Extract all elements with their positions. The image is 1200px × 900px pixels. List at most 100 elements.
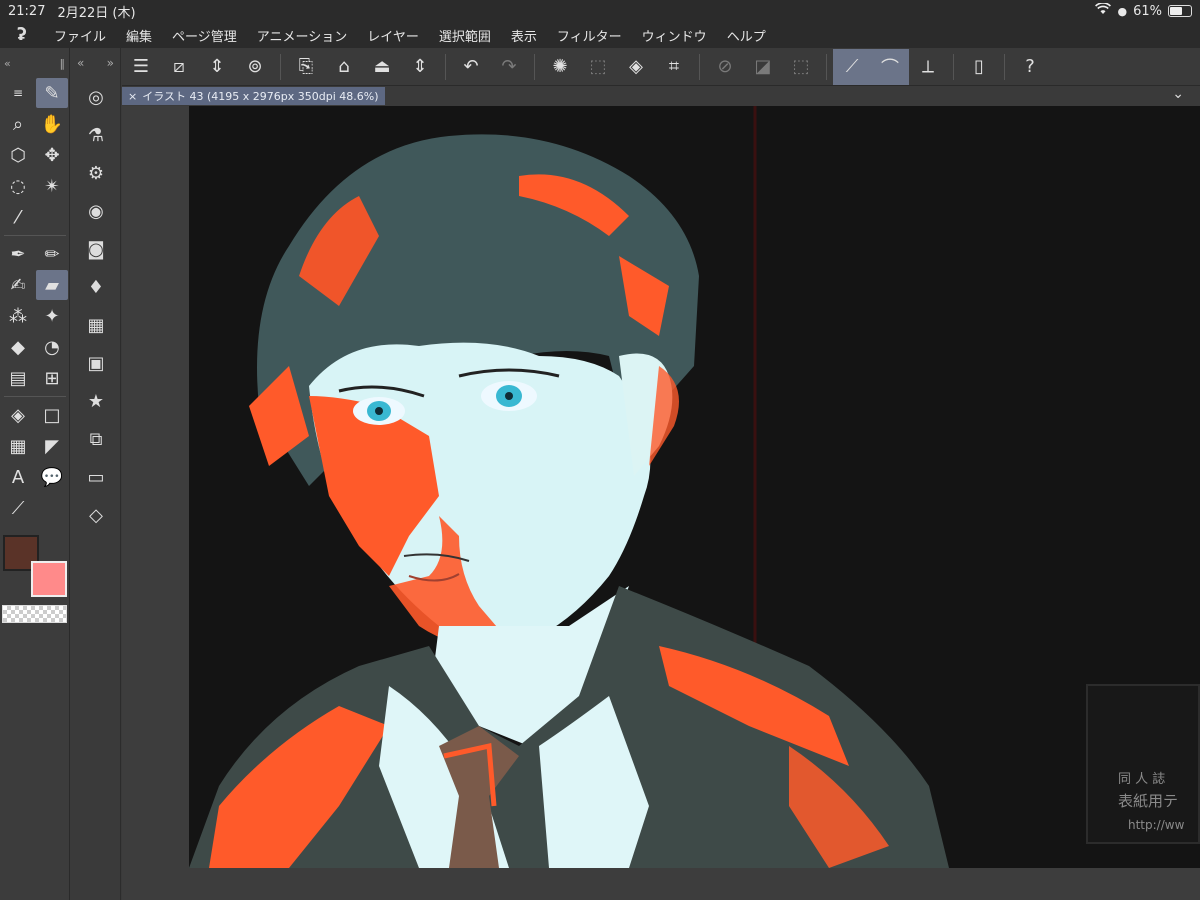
snap-to-special-ruler-icon[interactable]: ⌒: [871, 48, 909, 85]
menu-selection[interactable]: 選択範囲: [429, 26, 501, 45]
blend-tool-icon[interactable]: ◔: [36, 332, 68, 362]
menu-filter[interactable]: フィルター: [547, 26, 632, 45]
document-tab-label: イラスト 43 (4195 x 2976px 350dpi 48.6%): [142, 90, 379, 103]
status-bar: 21:27 2月22日 (木) ● 61%: [0, 0, 1200, 22]
color-set-icon[interactable]: ▦: [71, 306, 121, 344]
marker-tool-icon[interactable]: ▰: [36, 270, 68, 300]
balloon-tool-icon[interactable]: 💬: [36, 462, 68, 492]
drawing-canvas[interactable]: 同 人 誌 表紙用テ http://ww: [189, 106, 1200, 868]
menu-layer[interactable]: レイヤー: [357, 26, 429, 45]
deselect-icon[interactable]: ⬚: [782, 49, 820, 85]
menu-edit[interactable]: 編集: [116, 26, 162, 45]
tool-property-icon[interactable]: ⚗: [71, 116, 121, 154]
layer-search-icon[interactable]: ⧉: [71, 420, 121, 458]
sub-tool-settings-icon[interactable]: ⚙: [71, 154, 121, 192]
correct-line-tool-icon[interactable]: ⟋: [2, 493, 34, 523]
navigator-icon[interactable]: ◎: [71, 78, 121, 116]
save-icon[interactable]: ⏏: [363, 49, 401, 85]
brush-tool-icon[interactable]: ✍: [2, 270, 34, 300]
collapse-icon[interactable]: «: [77, 56, 84, 70]
edit-layer-icon[interactable]: ⧄: [160, 49, 198, 85]
open-folder-icon[interactable]: ⌂: [325, 49, 363, 85]
canvas-bottom-margin: [122, 868, 1200, 900]
second-panel-header: « »: [71, 48, 120, 78]
pencil-tool-icon[interactable]: ✏: [36, 239, 68, 269]
background-reference-card: 同 人 誌 表紙用テ http://ww: [1086, 684, 1200, 844]
card-text-line2: 表紙用テ: [1118, 792, 1179, 810]
color-mix-icon[interactable]: ♦: [71, 268, 121, 306]
hand-tool-icon[interactable]: ✋: [36, 109, 68, 139]
panel-grip-icon[interactable]: ‖: [60, 57, 66, 70]
menu-window[interactable]: ウィンドウ: [632, 26, 717, 45]
brush-size-icon[interactable]: ◉: [71, 192, 121, 230]
transparent-color-swatch[interactable]: [2, 605, 67, 623]
clip-studio-logo-icon[interactable]: ʡ: [0, 25, 44, 45]
lasso-tool-icon[interactable]: ◌: [2, 171, 34, 201]
sub-color-swatch[interactable]: [31, 561, 67, 597]
grid-tool-icon[interactable]: ⊞: [36, 363, 68, 393]
gradient-tool-icon[interactable]: ▤: [2, 363, 34, 393]
decoration-tool-icon[interactable]: ✦: [36, 301, 68, 331]
figure-tool-icon[interactable]: □: [36, 400, 68, 430]
layer-property-icon[interactable]: ▭: [71, 458, 121, 496]
snap-to-ruler-icon[interactable]: ⟋: [833, 48, 871, 85]
menu-view[interactable]: 表示: [501, 26, 547, 45]
menu-help[interactable]: ヘルプ: [717, 26, 776, 45]
material-icon[interactable]: ★: [71, 382, 121, 420]
toolbar-divider: [534, 53, 535, 80]
ruler-tool-icon[interactable]: ◤: [36, 431, 68, 461]
menu-lines-icon[interactable]: ≡: [2, 78, 34, 108]
up-down-arrows-icon[interactable]: ⇕: [198, 49, 236, 85]
select-icon[interactable]: ⬚: [579, 49, 617, 85]
tool-panel: « ‖ ≡ ✎ ⌕ ✋ ⬡ ✥ ◌ ✴ ⁄ ✒ ✏ ✍ ▰ ⁂ ✦ ◆ ◔ ▤ …: [0, 48, 70, 900]
object-tool-icon[interactable]: ⬡: [2, 140, 34, 170]
document-tab-row: × イラスト 43 (4195 x 2976px 350dpi 48.6%) ⌄: [122, 86, 1200, 106]
frame-tool-icon[interactable]: ▦: [2, 431, 34, 461]
color-wheel-icon[interactable]: ◙: [71, 230, 121, 268]
eraser-tool-icon[interactable]: ◆: [2, 332, 34, 362]
canvas-area[interactable]: 同 人 誌 表紙用テ http://ww: [122, 106, 1200, 900]
snap-to-grid-icon[interactable]: ⟂: [909, 49, 947, 85]
smartphone-icon[interactable]: ▯: [960, 49, 998, 85]
fill-selection-icon[interactable]: ◪: [744, 49, 782, 85]
eyedropper-icon[interactable]: ⁄: [2, 202, 34, 232]
pen-tab-icon[interactable]: ✎: [36, 78, 68, 108]
expand-icon[interactable]: »: [107, 56, 114, 70]
text-tool-icon[interactable]: A: [2, 462, 34, 492]
close-tab-icon[interactable]: ×: [128, 90, 137, 103]
toolbar-divider: [280, 53, 281, 80]
battery-percent: 61%: [1133, 3, 1162, 19]
magic-wand-icon[interactable]: ✴: [36, 171, 68, 201]
collapse-left-icon[interactable]: «: [4, 57, 11, 70]
layer-panel-icon[interactable]: ◇: [71, 496, 121, 534]
menu-file[interactable]: ファイル: [44, 26, 116, 45]
chevron-down-icon[interactable]: ⌄: [1172, 86, 1184, 102]
pen-tool-icon[interactable]: ✒: [2, 239, 34, 269]
status-time: 21:27: [8, 3, 46, 19]
tool-panel-header: « ‖: [0, 48, 69, 78]
toolbar-divider: [826, 53, 827, 80]
clear-outside-icon[interactable]: ⊘: [706, 49, 744, 85]
tool-divider: [4, 396, 66, 397]
airbrush-tool-icon[interactable]: ⁂: [2, 301, 34, 331]
document-tab[interactable]: × イラスト 43 (4195 x 2976px 350dpi 48.6%): [122, 87, 385, 105]
help-icon[interactable]: ?: [1011, 49, 1049, 85]
transform-icon[interactable]: ⌗: [655, 49, 693, 85]
menu-page-management[interactable]: ページ管理: [162, 26, 247, 45]
zoom-tool-icon[interactable]: ⌕: [2, 109, 34, 139]
up-down-arrows-icon[interactable]: ⇕: [401, 49, 439, 85]
redo-icon[interactable]: ↷: [490, 49, 528, 85]
new-document-icon[interactable]: ⎘: [287, 49, 325, 85]
status-date: 2月22日 (木): [57, 5, 136, 21]
fill-tool-icon[interactable]: ◈: [2, 400, 34, 430]
menu-animation[interactable]: アニメーション: [247, 26, 357, 45]
undo-icon[interactable]: ↶: [452, 49, 490, 85]
hamburger-menu-icon[interactable]: ☰: [122, 49, 160, 85]
loading-icon[interactable]: ✺: [541, 49, 579, 85]
tool-divider: [4, 235, 66, 236]
fill-bucket-icon[interactable]: ◈: [617, 49, 655, 85]
record-icon[interactable]: ⊚: [236, 49, 274, 85]
move-tool-icon[interactable]: ✥: [36, 140, 68, 170]
color-swatches: [0, 531, 69, 601]
timeline-icon[interactable]: ▣: [71, 344, 121, 382]
